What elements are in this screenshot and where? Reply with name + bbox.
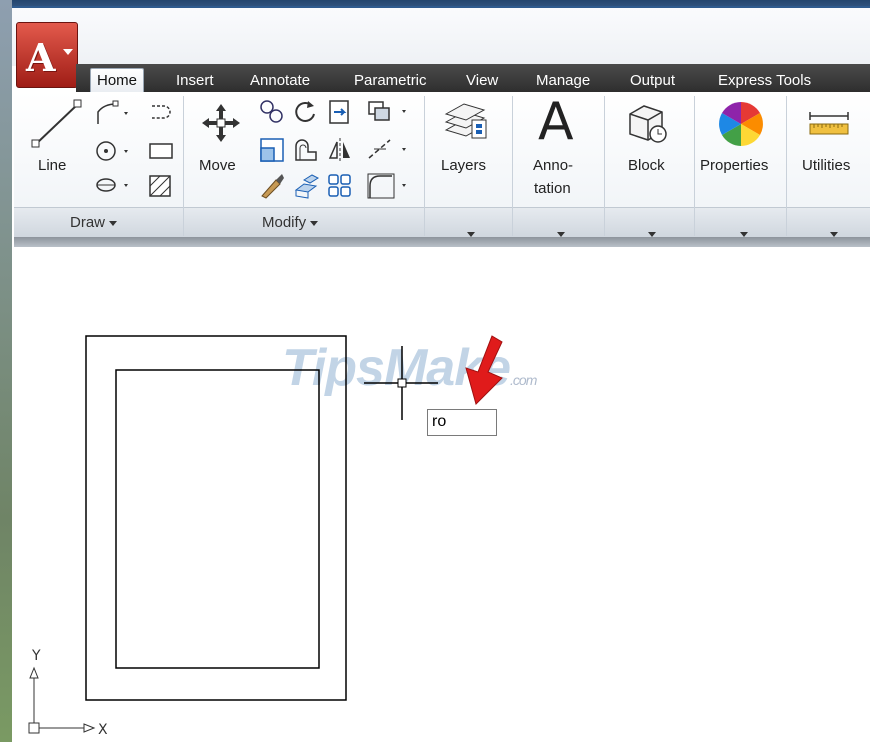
utilities-label[interactable]: Utilities — [802, 157, 850, 174]
chevron-down-icon — [63, 49, 73, 55]
arc-icon[interactable] — [146, 100, 178, 128]
line-icon[interactable] — [30, 98, 84, 150]
separator — [512, 96, 513, 236]
chevron-down-icon — [740, 232, 748, 237]
break-icon[interactable] — [366, 136, 412, 164]
explode-icon[interactable] — [292, 172, 320, 200]
red-arrow-icon — [465, 335, 503, 405]
polyline-icon[interactable] — [94, 100, 134, 128]
ucs-icon — [28, 666, 96, 734]
layers-expand[interactable] — [463, 224, 475, 243]
tab-express-tools[interactable]: Express Tools — [718, 69, 811, 92]
inner-rectangle[interactable] — [115, 369, 320, 669]
chevron-down-icon — [648, 232, 656, 237]
line-label: Line — [38, 157, 67, 174]
mirror-icon[interactable] — [326, 136, 354, 164]
move-icon[interactable] — [198, 102, 244, 148]
separator — [694, 96, 695, 236]
fillet-icon[interactable] — [366, 172, 412, 200]
ucs-x-label: X — [98, 722, 108, 738]
chevron-down-icon — [830, 232, 838, 237]
separator — [604, 96, 605, 236]
separator — [424, 96, 425, 236]
modify-panel-title[interactable]: Modify — [262, 214, 319, 231]
move-label: Move — [199, 157, 236, 174]
title-bar — [12, 6, 870, 66]
autocad-logo-icon: A — [26, 35, 56, 80]
chevron-down-icon — [557, 232, 565, 237]
ellipse-icon[interactable] — [94, 172, 134, 200]
tab-insert[interactable]: Insert — [176, 69, 214, 92]
tab-home[interactable]: Home — [90, 68, 145, 94]
scale-icon[interactable] — [258, 136, 286, 164]
trim-icon[interactable] — [326, 98, 354, 126]
rotate-icon[interactable] — [292, 98, 320, 126]
ucs-y-label: Y — [32, 648, 41, 664]
outer-rectangle[interactable] — [85, 335, 347, 701]
tab-manage[interactable]: Manage — [536, 69, 590, 92]
chevron-down-icon — [310, 220, 319, 226]
command-dynamic-input[interactable]: ro — [427, 409, 497, 436]
properties-icon[interactable] — [717, 100, 765, 148]
chevron-down-icon — [109, 220, 118, 226]
rectangle-icon[interactable] — [146, 138, 178, 166]
properties-label[interactable]: Properties — [700, 157, 768, 174]
drawing-rectangles — [85, 335, 347, 701]
tab-parametric[interactable]: Parametric — [354, 69, 427, 92]
properties-expand[interactable] — [736, 224, 748, 243]
annotation-icon[interactable]: A — [538, 92, 574, 152]
separator — [786, 96, 787, 236]
ribbon-tab-strip: Home Insert Annotate Parametric View Man… — [76, 64, 870, 94]
erase-icon[interactable] — [258, 172, 286, 200]
block-label[interactable]: Block — [628, 157, 665, 174]
utilities-icon[interactable] — [806, 110, 852, 140]
tab-view[interactable]: View — [466, 69, 498, 92]
layers-icon[interactable] — [440, 100, 490, 148]
circle-icon[interactable] — [94, 138, 134, 166]
draw-panel-title[interactable]: Draw — [70, 214, 118, 231]
annotation-label-line1[interactable]: Anno- — [533, 157, 573, 174]
copy-icon[interactable] — [258, 98, 286, 126]
utilities-expand[interactable] — [826, 224, 838, 243]
block-icon[interactable] — [624, 100, 674, 146]
application-menu-button[interactable]: A — [16, 22, 78, 88]
annotation-expand[interactable] — [553, 224, 565, 243]
separator — [183, 96, 184, 236]
layers-label[interactable]: Layers — [441, 157, 486, 174]
tab-output[interactable]: Output — [630, 69, 675, 92]
annotation-label-line2[interactable]: tation — [534, 180, 571, 197]
hatch-icon[interactable] — [146, 172, 178, 200]
chevron-down-icon — [467, 232, 475, 237]
array-icon[interactable] — [326, 172, 354, 200]
desktop-strip — [0, 0, 12, 742]
block-expand[interactable] — [644, 224, 656, 243]
offset-icon[interactable] — [292, 136, 320, 164]
stretch-icon[interactable] — [366, 98, 412, 126]
tab-annotate[interactable]: Annotate — [250, 69, 310, 92]
